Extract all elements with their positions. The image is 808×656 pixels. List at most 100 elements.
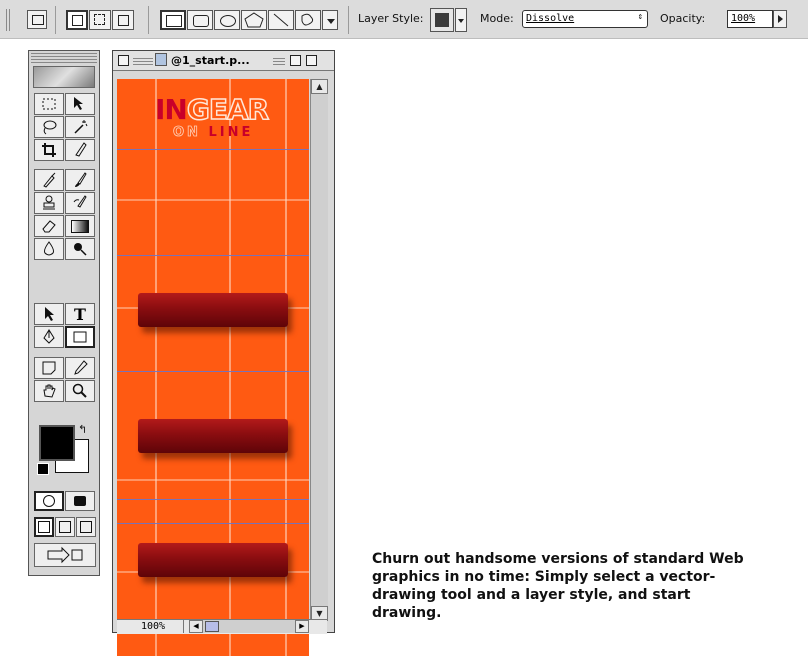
blur-tool[interactable] <box>34 238 64 260</box>
toolbox-grip[interactable] <box>31 53 97 63</box>
zoom-tool[interactable] <box>65 380 95 402</box>
document-canvas[interactable]: INGEAR ON LINE <box>117 79 309 656</box>
rectangle-tool-button[interactable] <box>160 10 186 30</box>
shape-layer-mode-button[interactable] <box>66 10 88 30</box>
canvas-light-line <box>117 479 309 481</box>
mode-label: Mode: <box>480 12 514 25</box>
paintbrush-tool[interactable] <box>65 169 95 191</box>
scroll-up-arrow[interactable]: ▲ <box>311 79 328 94</box>
path-selection-tool[interactable] <box>34 303 64 325</box>
layer-style-swatch[interactable] <box>430 8 454 32</box>
standard-screen-mode-button[interactable] <box>34 517 54 537</box>
slice-tool[interactable] <box>65 139 95 161</box>
ellipse-tool-button[interactable] <box>214 10 240 30</box>
scroll-thumb[interactable] <box>205 621 219 632</box>
document-status-bar: 100% ◀ ▶ <box>117 619 327 634</box>
default-colors-icon[interactable] <box>37 463 49 475</box>
select-arrows-icon: ⇕ <box>637 12 643 22</box>
foreground-color-swatch[interactable] <box>39 425 75 461</box>
eraser-tool[interactable] <box>34 215 64 237</box>
mode-value: Dissolve <box>526 13 575 24</box>
adobe-online-icon[interactable] <box>33 66 95 88</box>
crop-icon <box>42 143 56 157</box>
guide-line[interactable] <box>117 371 309 372</box>
slice-icon <box>75 142 87 157</box>
vertical-scrollbar[interactable]: ▲ ▼ <box>310 79 328 621</box>
airbrush-tool[interactable] <box>34 169 64 191</box>
close-box-icon[interactable] <box>118 55 129 66</box>
rectangular-marquee-tool[interactable] <box>34 93 64 115</box>
custom-shape-tool-button[interactable] <box>295 10 321 30</box>
collapse-box-icon[interactable] <box>306 55 317 66</box>
dodge-tool[interactable] <box>65 238 95 260</box>
move-tool[interactable] <box>65 93 95 115</box>
standard-mode-button[interactable] <box>34 491 64 511</box>
pen-tool[interactable] <box>34 326 64 348</box>
options-bar-grip[interactable] <box>6 9 12 31</box>
magic-wand-tool[interactable] <box>65 116 95 138</box>
guide-line[interactable] <box>117 255 309 256</box>
jump-to-imageready-button[interactable] <box>34 543 96 567</box>
hand-icon <box>43 384 56 398</box>
line-icon <box>273 13 289 27</box>
rectangle-shape-tool[interactable] <box>65 326 95 348</box>
shape-options-dropdown[interactable] <box>322 10 338 30</box>
swap-colors-icon[interactable]: ↰ <box>78 423 87 436</box>
guide-line[interactable] <box>117 149 309 150</box>
layer-style-label: Layer Style: <box>358 12 424 25</box>
horizontal-scrollbar[interactable]: ◀ ▶ <box>189 620 309 633</box>
rubber-stamp-tool[interactable] <box>34 192 64 214</box>
zoom-box-icon[interactable] <box>290 55 301 66</box>
logo-on-text: ON <box>173 125 201 141</box>
opacity-field[interactable]: 100% <box>727 10 773 28</box>
tool-preset-button[interactable] <box>27 10 47 29</box>
polygon-tool-button[interactable] <box>241 10 267 30</box>
fill-region-mode-button[interactable] <box>112 10 134 30</box>
document-proxy-icon[interactable] <box>155 53 167 66</box>
gradient-icon <box>71 219 89 233</box>
eyedropper-icon <box>74 360 88 375</box>
toolbox-palette: T ↰ <box>28 50 100 576</box>
full-screen-menu-mode-button[interactable] <box>55 517 75 537</box>
quick-mask-mode-button[interactable] <box>65 491 95 511</box>
history-brush-tool[interactable] <box>65 192 95 214</box>
opacity-slider-button[interactable] <box>773 10 787 28</box>
notes-tool[interactable] <box>34 357 64 379</box>
scroll-right-arrow[interactable]: ▶ <box>295 620 309 633</box>
guide-line[interactable] <box>117 499 309 500</box>
crop-tool[interactable] <box>34 139 64 161</box>
type-tool[interactable]: T <box>65 303 95 325</box>
lasso-tool[interactable] <box>34 116 64 138</box>
document-title-bar[interactable]: @1_start.p... <box>113 51 334 71</box>
path-selection-icon <box>45 307 54 321</box>
scroll-left-arrow[interactable]: ◀ <box>189 620 203 633</box>
canvas-light-line <box>117 199 309 201</box>
history-brush-icon <box>73 195 87 208</box>
airbrush-icon <box>43 172 56 188</box>
document-window: @1_start.p... INGEAR ON LINE ▲ ▼ 100% ◀ … <box>112 50 335 656</box>
separator <box>55 6 56 34</box>
nav-button-shape[interactable] <box>138 419 288 453</box>
gradient-tool[interactable] <box>65 215 95 237</box>
ingear-logo: INGEAR <box>155 92 270 127</box>
layer-style-dropdown[interactable] <box>455 8 467 32</box>
nav-button-shape[interactable] <box>138 543 288 577</box>
line-tool-button[interactable] <box>268 10 294 30</box>
mode-select[interactable]: Dissolve ⇕ <box>522 10 648 28</box>
eyedropper-tool[interactable] <box>65 357 95 379</box>
guide-line[interactable] <box>117 523 309 524</box>
full-screen-mode-button[interactable] <box>76 517 96 537</box>
standard-mode-icon <box>43 495 55 507</box>
logo-line-text: LINE <box>208 125 254 140</box>
opacity-label: Opacity: <box>660 12 706 25</box>
dodge-icon <box>74 243 87 256</box>
screen-mode-icon <box>80 521 92 533</box>
rectangle-icon <box>73 331 87 343</box>
nav-button-shape[interactable] <box>138 293 288 327</box>
lasso-icon <box>43 120 57 135</box>
zoom-level[interactable]: 100% <box>123 620 184 633</box>
screen-mode-icon <box>59 521 71 533</box>
rounded-rectangle-tool-button[interactable] <box>187 10 213 30</box>
work-path-mode-button[interactable] <box>89 10 111 30</box>
hand-tool[interactable] <box>34 380 64 402</box>
